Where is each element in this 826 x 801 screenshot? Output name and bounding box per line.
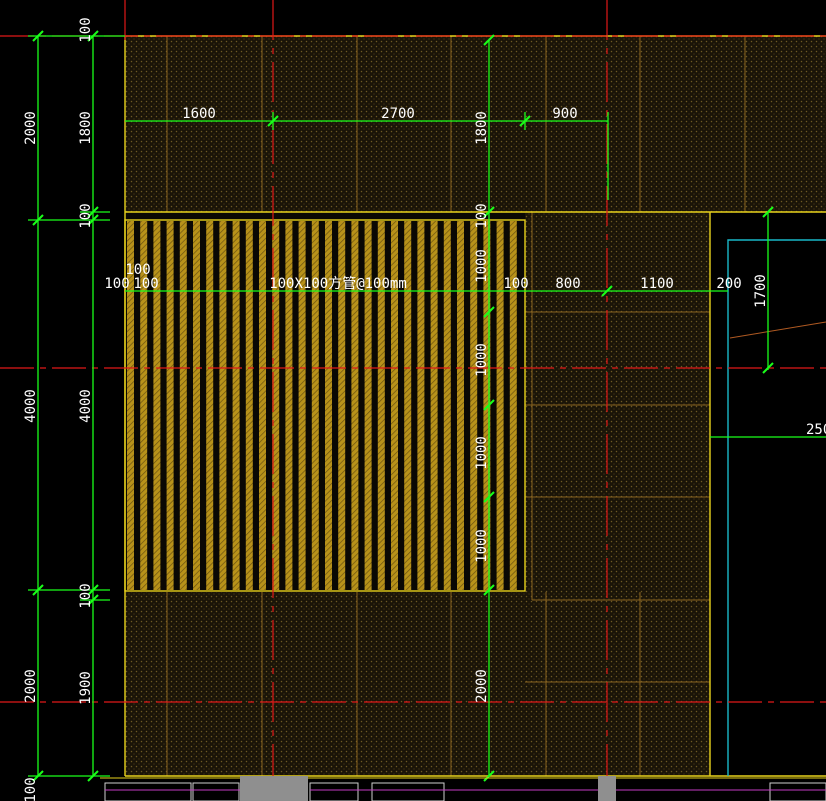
grating-bar: [245, 221, 253, 590]
dim-left-inner-100-low: 100: [78, 583, 94, 608]
dim-left-outer-top: 2000: [23, 111, 39, 145]
dim-center-2000: 2000: [474, 669, 490, 703]
dim-grating-100-right: 100: [133, 276, 158, 292]
dim-center-100: 100: [474, 203, 490, 228]
dim-top-1600: 1600: [182, 106, 216, 122]
dim-grating-1100: 1100: [640, 276, 674, 292]
dim-grating-100-left: 100: [104, 276, 129, 292]
grating-bar: [232, 221, 240, 590]
dim-left-inner-100-top: 100: [78, 17, 94, 42]
grating-bar: [166, 221, 174, 590]
dim-center-1000-d: 1000: [474, 529, 490, 563]
dim-left-outer-bottom: 2000: [23, 669, 39, 703]
grating-bar: [259, 221, 266, 590]
grating-bar: [219, 221, 227, 590]
grating-bar: [457, 221, 464, 590]
cad-drawing: 2000 4000 2000 100 1800 100 4000 100 190…: [0, 0, 826, 801]
grating-bar: [193, 221, 200, 590]
dim-center-1000-a: 1000: [474, 249, 490, 283]
dim-left-inner-1900: 1900: [78, 671, 94, 705]
dim-grating-800: 800: [555, 276, 580, 292]
dim-left-inner-4000: 4000: [78, 389, 94, 423]
dim-left-outer-mid: 4000: [23, 389, 39, 423]
dim-top-2700: 2700: [381, 106, 415, 122]
diagonal-line: [729, 321, 826, 339]
dim-grating-200: 200: [716, 276, 741, 292]
dim-left-inner-1800: 1800: [78, 111, 94, 145]
grating-bar: [206, 221, 214, 590]
dim-top-900: 900: [552, 106, 577, 122]
dim-grating-100-end: 100: [503, 276, 528, 292]
grating-spec-label: 100X100方管@100mm: [269, 276, 407, 292]
dim-right-250-partial: 250: [806, 422, 826, 438]
grating-bar: [443, 221, 451, 590]
grating-bar: [430, 221, 438, 590]
dim-right-1700: 1700: [753, 274, 769, 308]
dim-center-1800: 1800: [474, 111, 490, 145]
wall-outline: [727, 239, 826, 776]
grating-bar: [179, 221, 187, 590]
dim-center-1000-b: 1000: [474, 343, 490, 377]
grating-bar: [417, 221, 425, 590]
dim-left-inner-100-mid: 100: [78, 203, 94, 228]
dim-left-outer-100-end: 100: [23, 777, 39, 801]
dim-center-1000-c: 1000: [474, 436, 490, 470]
bottom-strip: [100, 776, 826, 801]
